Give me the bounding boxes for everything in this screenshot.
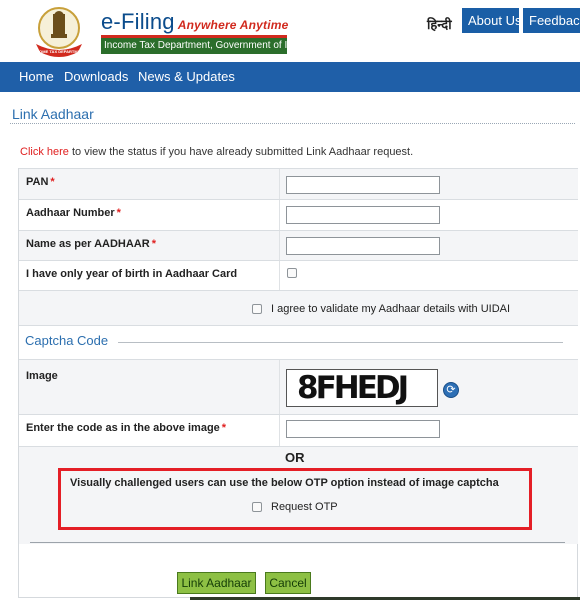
request-otp-checkbox[interactable] (252, 502, 262, 512)
main-nav: Home Downloads News & Updates (0, 62, 580, 92)
refresh-icon[interactable]: ⟳ (443, 382, 459, 398)
nav-item-downloads[interactable]: Downloads (64, 69, 128, 84)
agree-row: I agree to validate my Aadhaar details w… (19, 290, 578, 325)
captcha-section-title: Captcha Code (25, 333, 109, 348)
agree-label: I agree to validate my Aadhaar details w… (271, 303, 511, 315)
department-subtitle: Income Tax Department, Government of Ind… (101, 38, 287, 54)
aadhaar-input[interactable] (286, 206, 440, 224)
language-link[interactable]: हिन्दी (427, 15, 452, 33)
request-otp-label: Request OTP (271, 501, 338, 513)
column-divider (279, 169, 280, 199)
nav-item-news-updates[interactable]: News & Updates (138, 69, 235, 84)
name-input[interactable] (286, 237, 440, 255)
title-divider (10, 123, 575, 124)
agree-checkbox[interactable] (252, 304, 262, 314)
captcha-code-input[interactable] (286, 420, 440, 438)
column-divider (279, 200, 280, 230)
aadhaar-row: Aadhaar Number * (19, 199, 578, 230)
column-divider (279, 231, 280, 260)
or-separator: OR (285, 450, 305, 465)
captcha-code-label: Enter the code as in the above image * (26, 422, 227, 434)
aadhaar-label: Aadhaar Number * (26, 207, 121, 219)
captcha-code-row: Enter the code as in the above image * (19, 414, 578, 446)
feedback-button[interactable]: Feedback (523, 8, 580, 33)
link-aadhaar-button[interactable]: Link Aadhaar (177, 572, 256, 594)
column-divider (279, 261, 280, 290)
app-title[interactable]: e-Filing Anywhere Anytime (101, 9, 289, 35)
captcha-image-label: Image (26, 370, 58, 382)
pan-label: PAN * (26, 176, 55, 188)
form-divider (30, 542, 565, 543)
app-tagline: Anywhere Anytime (177, 18, 289, 32)
captcha-section-divider (118, 342, 563, 343)
column-divider (279, 360, 280, 414)
yob-label: I have only year of birth in Aadhaar Car… (26, 268, 238, 280)
cancel-button[interactable]: Cancel (265, 572, 311, 594)
yob-row: I have only year of birth in Aadhaar Car… (19, 260, 578, 290)
svg-text:INCOME TAX DEPARTMENT: INCOME TAX DEPARTMENT (32, 49, 86, 54)
pan-row: PAN * (19, 168, 578, 199)
state-emblem-icon: INCOME TAX DEPARTMENT (32, 7, 86, 57)
name-label: Name as per AADHAAR * (26, 238, 156, 250)
pan-input[interactable] (286, 176, 440, 194)
name-row: Name as per AADHAAR * (19, 230, 578, 260)
about-us-button[interactable]: About Us (462, 8, 521, 33)
status-notice: Click here to view the status if you hav… (20, 146, 413, 158)
captcha-image: 8FHEDJ (286, 369, 438, 407)
otp-notice: Visually challenged users can use the be… (70, 477, 499, 489)
nav-item-home[interactable]: Home (19, 69, 54, 84)
header: INCOME TAX DEPARTMENT e-Filing Anywhere A… (0, 0, 580, 62)
app-name: e-Filing (101, 9, 175, 34)
page-title: Link Aadhaar (12, 106, 94, 122)
column-divider (279, 415, 280, 446)
status-link[interactable]: Click here (20, 146, 69, 158)
status-text: to view the status if you have already s… (68, 146, 414, 158)
yob-checkbox[interactable] (287, 268, 297, 278)
